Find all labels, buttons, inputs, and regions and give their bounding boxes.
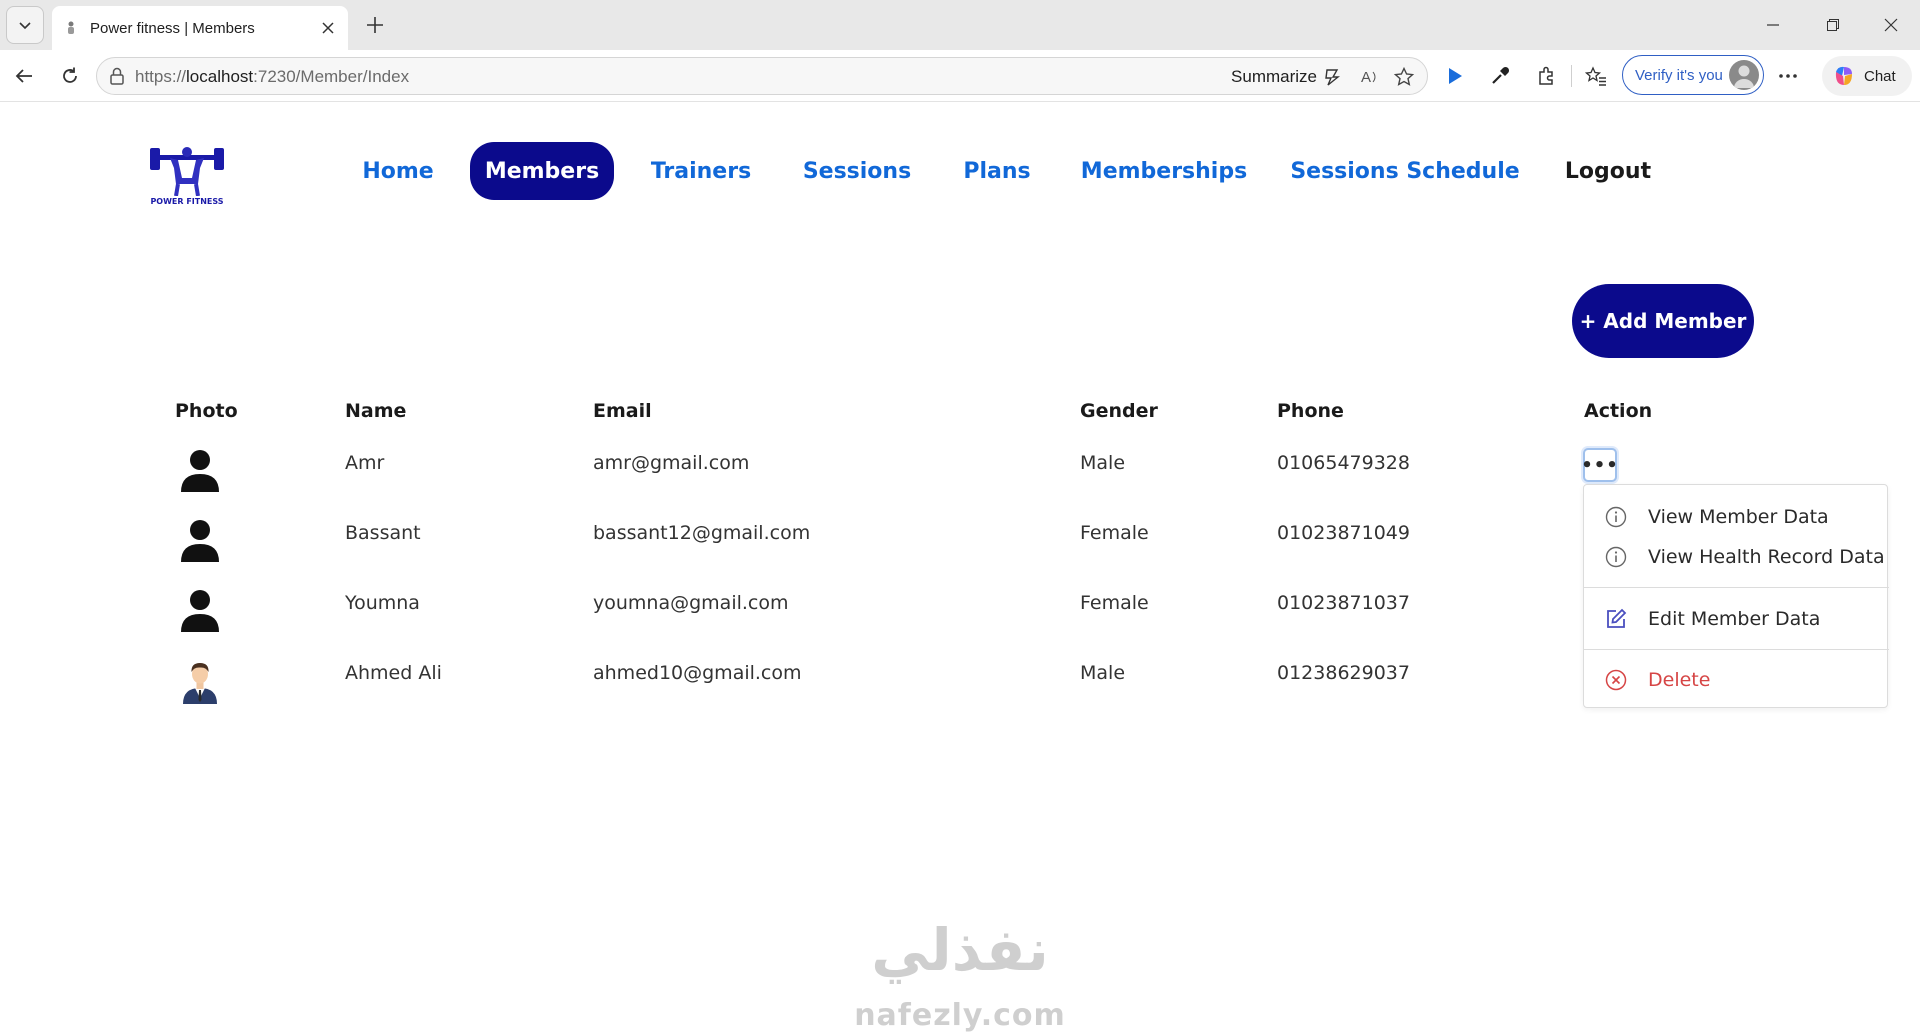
cell-gender: Male — [1080, 662, 1126, 684]
add-member-button[interactable]: + Add Member — [1572, 284, 1754, 358]
info-circle-icon — [1604, 505, 1628, 529]
url-text[interactable]: https://localhost:7230/Member/Index — [135, 67, 409, 87]
play-cursor-icon[interactable] — [1441, 62, 1469, 90]
header-phone: Phone — [1277, 400, 1344, 422]
nav-sessions-schedule[interactable]: Sessions Schedule — [1290, 142, 1519, 200]
header-name: Name — [345, 400, 407, 422]
cell-gender: Female — [1080, 592, 1149, 614]
header-email: Email — [593, 400, 652, 422]
lock-icon — [110, 67, 124, 85]
chevron-down-icon — [19, 22, 31, 30]
row-action-menu-button[interactable]: ••• — [1581, 448, 1618, 482]
cell-email: amr@gmail.com — [593, 452, 750, 474]
browser-tab-active[interactable]: Power fitness | Members — [52, 6, 348, 50]
cell-email: youmna@gmail.com — [593, 592, 789, 614]
nav-plans[interactable]: Plans — [954, 142, 1040, 200]
menu-divider — [1584, 587, 1889, 588]
menu-item-label: Delete — [1648, 669, 1711, 691]
nav-trainers[interactable]: Trainers — [644, 142, 758, 200]
nav-memberships[interactable]: Memberships — [1080, 142, 1248, 200]
verify-label: Verify it's you — [1635, 66, 1723, 84]
tab-close-icon[interactable] — [318, 18, 338, 38]
favorite-star-icon[interactable] — [1393, 66, 1415, 88]
extensions-puzzle-icon[interactable] — [1532, 62, 1560, 90]
browser-tabstrip: Power fitness | Members — [0, 0, 1920, 50]
svg-text:A: A — [1361, 69, 1371, 86]
chat-label: Chat — [1864, 67, 1896, 85]
watermark-arabic: نفذلي — [871, 916, 1049, 984]
toolbar-separator — [1571, 65, 1572, 87]
nav-logout[interactable]: Logout — [1560, 142, 1656, 200]
cell-phone: 01065479328 — [1277, 452, 1410, 474]
verify-profile-button[interactable]: Verify it's you — [1622, 55, 1764, 95]
url-path: :7230/Member/Index — [253, 67, 410, 86]
read-aloud-icon[interactable]: A — [1359, 66, 1381, 88]
profile-avatar — [1729, 60, 1759, 90]
header-photo: Photo — [175, 400, 238, 422]
nafezly-watermark: نفذلي nafezly.com — [845, 910, 1075, 1033]
member-avatar-silhouette-icon — [181, 520, 219, 562]
summarize-label: Summarize — [1231, 67, 1317, 86]
cell-name: Youmna — [345, 592, 420, 614]
restore-icon[interactable] — [1818, 10, 1848, 40]
menu-item-edit-member[interactable]: Edit Member Data — [1584, 599, 1889, 639]
cell-phone: 01023871037 — [1277, 592, 1410, 614]
cell-gender: Female — [1080, 522, 1149, 544]
copilot-chat-button[interactable]: Chat — [1822, 56, 1912, 96]
header-gender: Gender — [1080, 400, 1158, 422]
header-action: Action — [1584, 400, 1653, 422]
cell-name: Bassant — [345, 522, 421, 544]
cell-email: ahmed10@gmail.com — [593, 662, 802, 684]
menu-item-delete[interactable]: Delete — [1584, 660, 1889, 700]
x-circle-icon — [1604, 668, 1628, 692]
info-circle-icon — [1604, 545, 1628, 569]
member-avatar-silhouette-icon — [181, 450, 219, 492]
window-close-icon[interactable] — [1876, 10, 1906, 40]
edit-pencil-icon — [1604, 607, 1628, 631]
copilot-icon — [1835, 66, 1852, 85]
menu-item-label: View Member Data — [1648, 506, 1829, 528]
nav-home[interactable]: Home — [356, 142, 440, 200]
member-avatar-silhouette-icon — [181, 590, 219, 632]
cell-phone: 01023871049 — [1277, 522, 1410, 544]
main-nav: Home Members Trainers Sessions Plans Mem… — [0, 142, 1920, 200]
page-content: POWER FITNESS Home Members Trainers Sess… — [0, 102, 1920, 1033]
watermark-latin: nafezly.com — [854, 998, 1066, 1033]
cell-gender: Male — [1080, 452, 1126, 474]
menu-item-label: View Health Record Data — [1648, 546, 1885, 568]
tab-actions-menu[interactable] — [6, 6, 44, 44]
address-bar[interactable]: https://localhost:7230/Member/Index Summ… — [96, 57, 1428, 95]
menu-item-label: Edit Member Data — [1648, 608, 1821, 630]
summarize-icon — [1325, 69, 1340, 86]
eyedropper-icon[interactable] — [1486, 62, 1514, 90]
url-host: localhost — [186, 67, 254, 86]
summarize-button[interactable]: Summarize — [1231, 66, 1343, 88]
menu-item-view-health-record[interactable]: View Health Record Data — [1584, 537, 1889, 577]
minimize-icon[interactable] — [1758, 10, 1788, 40]
nav-sessions[interactable]: Sessions — [796, 142, 918, 200]
url-scheme: https:// — [135, 67, 187, 86]
menu-divider — [1584, 649, 1889, 650]
more-options-icon[interactable] — [1774, 62, 1802, 90]
cell-email: bassant12@gmail.com — [593, 522, 811, 544]
favorites-list-icon[interactable] — [1582, 62, 1610, 90]
new-tab-plus-icon[interactable] — [362, 12, 388, 38]
dumbbell-favicon-icon — [62, 19, 80, 37]
cell-phone: 01238629037 — [1277, 662, 1410, 684]
menu-item-view-member[interactable]: View Member Data — [1584, 497, 1889, 537]
tab-title: Power fitness | Members — [90, 19, 255, 37]
nav-members[interactable]: Members — [470, 142, 614, 200]
row-action-dropdown: View Member Data View Health Record Data… — [1583, 484, 1889, 708]
cell-name: Ahmed Ali — [345, 662, 442, 684]
cell-name: Amr — [345, 452, 385, 474]
back-arrow-icon[interactable] — [10, 62, 38, 90]
browser-toolbar: https://localhost:7230/Member/Index Summ… — [0, 50, 1920, 102]
refresh-icon[interactable] — [56, 62, 84, 90]
member-avatar-businessman-icon — [183, 663, 217, 704]
